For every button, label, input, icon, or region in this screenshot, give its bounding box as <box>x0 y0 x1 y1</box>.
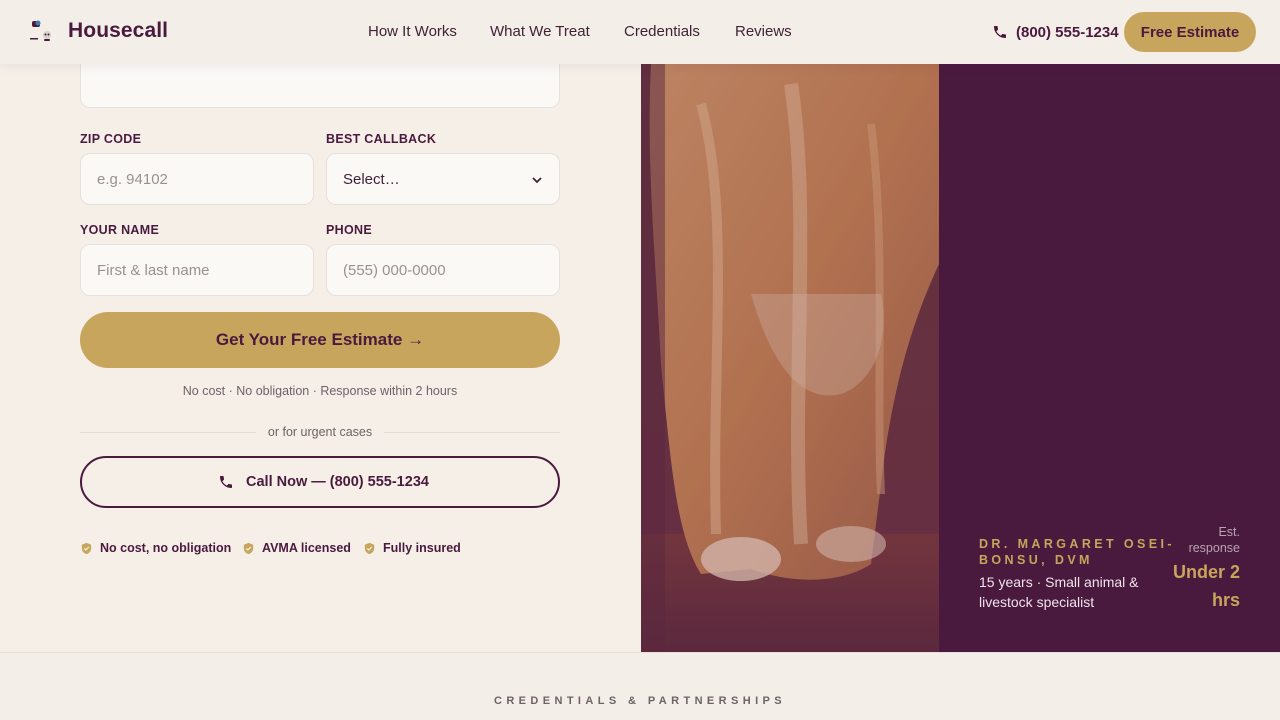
call-now-button[interactable]: Call Now — (800) 555-1234 <box>80 456 560 508</box>
shield-check-icon <box>364 542 375 555</box>
brand-name[interactable]: Housecall <box>68 19 168 43</box>
submit-note: No cost · No obligation · Response withi… <box>182 384 458 398</box>
shield-check-icon <box>81 542 92 555</box>
trust-label: AVMA licensed <box>262 541 351 555</box>
call-now-label: Call Now — (800) 555-1234 <box>246 474 429 490</box>
response-value: Under 2 hrs <box>1172 562 1240 610</box>
response-label: Est. response <box>1188 525 1240 555</box>
trust-label: No cost, no obligation <box>100 541 232 555</box>
vet-name: DR. MARGARET OSEI-BONSU, DVM <box>979 537 1175 567</box>
name-label: YOUR NAME <box>80 223 160 237</box>
get-estimate-button[interactable]: Get Your Free Estimate → <box>80 312 560 368</box>
trust-label: Fully insured <box>383 541 461 555</box>
shield-check-icon <box>243 542 254 555</box>
phone-label: PHONE <box>326 223 372 237</box>
callback-select[interactable]: Select… <box>326 153 560 205</box>
nav-how-it-works[interactable]: How It Works <box>368 23 457 40</box>
callback-label: BEST CALLBACK <box>326 132 437 146</box>
chevron-down-icon <box>532 177 542 184</box>
dog-photo <box>641 64 939 652</box>
free-estimate-button[interactable]: Free Estimate <box>1124 12 1256 52</box>
name-input[interactable] <box>80 244 314 296</box>
vet-description: 15 years · Small animal & livestock spec… <box>979 574 1139 610</box>
credentials-heading: CREDENTIALS & PARTNERSHIPS <box>493 695 787 707</box>
estimate-form: ZIP CODE BEST CALLBACK Select… YOUR NAME… <box>0 44 641 652</box>
zip-input[interactable] <box>80 153 314 205</box>
phone-icon <box>220 476 232 488</box>
phone-input[interactable] <box>326 244 560 296</box>
nav-what-we-treat[interactable]: What We Treat <box>490 23 590 40</box>
nav-credentials[interactable]: Credentials <box>624 23 700 40</box>
nav-reviews[interactable]: Reviews <box>735 23 792 40</box>
divider-text: or for urgent cases <box>267 425 373 439</box>
site-header: Housecall How It Works What We Treat Cre… <box>0 0 1280 64</box>
hero-section: DR. MARGARET OSEI-BONSU, DVM 15 years · … <box>641 64 1280 652</box>
credentials-section: CREDENTIALS & PARTNERSHIPS <box>0 652 1280 720</box>
zip-label: ZIP CODE <box>80 132 142 146</box>
header-phone-number: (800) 555-1234 <box>1016 24 1119 41</box>
callback-select-value: Select… <box>343 170 400 188</box>
phone-icon <box>994 26 1006 38</box>
pet-logo-icon[interactable] <box>30 18 56 44</box>
